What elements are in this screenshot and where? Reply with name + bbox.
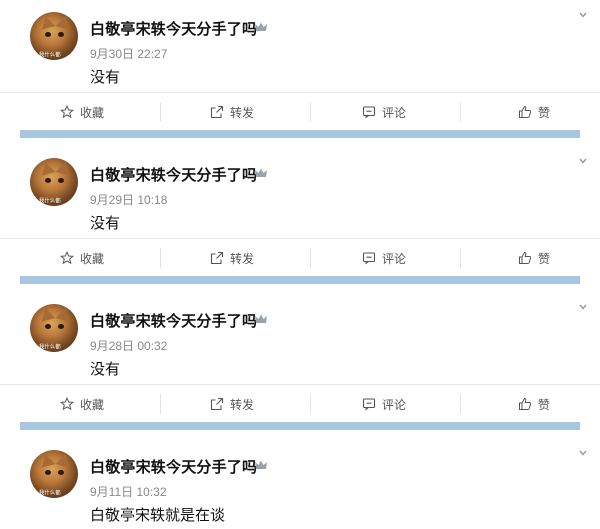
favorite-label: 收藏: [80, 397, 105, 412]
repost-label: 转发: [230, 105, 255, 120]
repost-label: 转发: [230, 251, 255, 266]
action-divider: [310, 394, 311, 414]
thumbs-up-icon: [519, 251, 532, 264]
chevron-down-icon[interactable]: [578, 302, 588, 312]
share-icon: [210, 251, 224, 265]
star-icon: [60, 105, 74, 119]
separator-bar: [20, 130, 580, 138]
avatar[interactable]: 我什么都: [30, 12, 78, 60]
post-content: 没有: [90, 68, 121, 86]
action-divider: [460, 102, 461, 122]
star-icon: [60, 251, 74, 265]
favorite-button[interactable]: 收藏: [60, 385, 104, 423]
action-divider: [160, 102, 161, 122]
action-bar: 收藏 转发 评论 赞: [0, 238, 600, 276]
crown-icon: [255, 22, 267, 31]
comment-button[interactable]: 评论: [362, 239, 406, 277]
post-content: 白敬亭宋轶就是在谈: [90, 506, 226, 524]
favorite-button[interactable]: 收藏: [60, 239, 104, 277]
post-card: 我什么都 白敬亭宋轶今天分手了吗 9月28日 00:32 没有 收藏 转发 评论…: [0, 292, 600, 422]
action-bar: 收藏 转发 评论 赞: [0, 384, 600, 422]
comment-label: 评论: [382, 397, 407, 412]
post-separator: [0, 130, 600, 146]
action-divider: [160, 248, 161, 268]
username[interactable]: 白敬亭宋轶今天分手了吗: [90, 164, 257, 185]
post-card: 我什么都 白敬亭宋轶今天分手了吗 9月29日 10:18 没有 收藏 转发 评论…: [0, 146, 600, 276]
chevron-down-icon[interactable]: [578, 156, 588, 166]
avatar-tag: 我什么都: [39, 343, 61, 351]
action-divider: [160, 394, 161, 414]
repost-button[interactable]: 转发: [210, 385, 254, 423]
thumbs-up-icon: [519, 105, 532, 118]
crown-icon: [255, 168, 267, 177]
share-icon: [210, 397, 224, 411]
post-card: 我什么都 白敬亭宋轶今天分手了吗 9月11日 10:32 白敬亭宋轶就是在谈: [0, 438, 600, 529]
crown-icon: [255, 314, 267, 323]
comment-label: 评论: [382, 105, 407, 120]
weibo-feed: 我什么都 白敬亭宋轶今天分手了吗 9月30日 22:27 没有 收藏 转发 评论…: [0, 0, 600, 529]
post-timestamp[interactable]: 9月29日 10:18: [90, 191, 167, 208]
like-button[interactable]: 赞: [518, 385, 550, 423]
comment-icon: [362, 106, 376, 119]
thumbs-up-icon: [519, 397, 532, 410]
post-content: 没有: [90, 360, 121, 378]
like-label: 赞: [538, 105, 551, 120]
post-header: 我什么都 白敬亭宋轶今天分手了吗 9月29日 10:18 没有: [0, 146, 600, 238]
post-content: 没有: [90, 214, 121, 232]
username[interactable]: 白敬亭宋轶今天分手了吗: [90, 310, 257, 331]
chevron-down-icon[interactable]: [578, 448, 588, 458]
repost-button[interactable]: 转发: [210, 239, 254, 277]
post-card: 我什么都 白敬亭宋轶今天分手了吗 9月30日 22:27 没有 收藏 转发 评论…: [0, 0, 600, 130]
username[interactable]: 白敬亭宋轶今天分手了吗: [90, 18, 257, 39]
avatar-tag: 我什么都: [39, 489, 61, 497]
avatar[interactable]: 我什么都: [30, 158, 78, 206]
favorite-label: 收藏: [80, 105, 105, 120]
comment-label: 评论: [382, 251, 407, 266]
post-separator: [0, 276, 600, 292]
post-header: 我什么都 白敬亭宋轶今天分手了吗 9月28日 00:32 没有: [0, 292, 600, 384]
avatar[interactable]: 我什么都: [30, 450, 78, 498]
separator-bar: [20, 422, 580, 430]
comment-button[interactable]: 评论: [362, 385, 406, 423]
like-button[interactable]: 赞: [518, 93, 550, 131]
crown-icon: [255, 460, 267, 469]
like-label: 赞: [538, 251, 551, 266]
favorite-label: 收藏: [80, 251, 105, 266]
post-header: 我什么都 白敬亭宋轶今天分手了吗 9月30日 22:27 没有: [0, 0, 600, 92]
repost-label: 转发: [230, 397, 255, 412]
avatar-tag: 我什么都: [39, 197, 61, 205]
action-divider: [460, 248, 461, 268]
post-timestamp[interactable]: 9月11日 10:32: [90, 483, 167, 500]
like-button[interactable]: 赞: [518, 239, 550, 277]
post-separator: [0, 422, 600, 438]
chevron-down-icon[interactable]: [578, 10, 588, 20]
post-timestamp[interactable]: 9月28日 00:32: [90, 337, 167, 354]
share-icon: [210, 105, 224, 119]
separator-bar: [20, 276, 580, 284]
username[interactable]: 白敬亭宋轶今天分手了吗: [90, 456, 257, 477]
favorite-button[interactable]: 收藏: [60, 93, 104, 131]
action-divider: [310, 102, 311, 122]
post-timestamp[interactable]: 9月30日 22:27: [90, 45, 167, 62]
comment-icon: [362, 252, 376, 265]
action-divider: [310, 248, 311, 268]
comment-button[interactable]: 评论: [362, 93, 406, 131]
like-label: 赞: [538, 397, 551, 412]
action-divider: [460, 394, 461, 414]
action-bar: 收藏 转发 评论 赞: [0, 92, 600, 130]
avatar[interactable]: 我什么都: [30, 304, 78, 352]
post-header: 我什么都 白敬亭宋轶今天分手了吗 9月11日 10:32 白敬亭宋轶就是在谈: [0, 438, 600, 529]
avatar-tag: 我什么都: [39, 51, 61, 59]
repost-button[interactable]: 转发: [210, 93, 254, 131]
comment-icon: [362, 398, 376, 411]
star-icon: [60, 397, 74, 411]
